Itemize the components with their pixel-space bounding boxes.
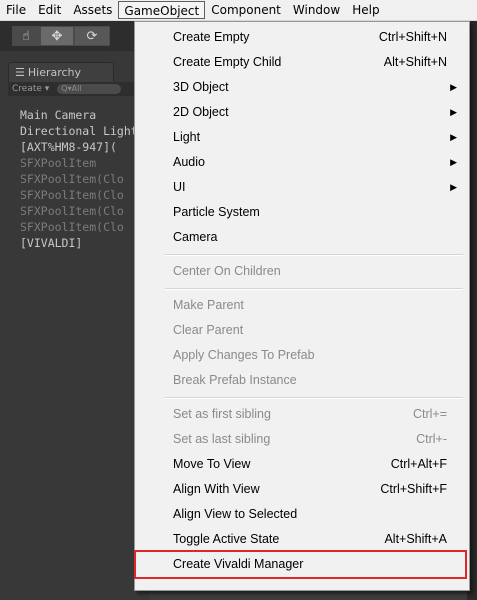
editor-panel: ☝ ✥ ⟳ ☰ Hierarchy Create ▾ Q▾All Main Cam…: [0, 21, 150, 600]
menu-item-label: Audio: [173, 155, 205, 169]
create-dropdown[interactable]: Create ▾: [8, 84, 53, 94]
menu-component[interactable]: Component: [205, 1, 287, 19]
menu-item-camera[interactable]: Camera: [135, 225, 469, 250]
tab-hierarchy-label: Hierarchy: [27, 66, 82, 79]
menu-item-particle-system[interactable]: Particle System: [135, 200, 469, 225]
rotate-tool-button[interactable]: ⟳: [74, 26, 110, 46]
menu-file[interactable]: File: [0, 1, 32, 19]
menu-item-label: 2D Object: [173, 105, 229, 119]
menu-bar: File Edit Assets GameObject Component Window H…: [0, 0, 477, 21]
menu-item-label: Align With View: [173, 482, 260, 496]
submenu-arrow-icon: ▶: [450, 132, 457, 142]
hierarchy-item[interactable]: [AXT%HM8-947](: [20, 139, 138, 155]
menu-item-label: 3D Object: [173, 80, 229, 94]
hierarchy-item[interactable]: SFXPoolItem: [20, 155, 138, 171]
menu-item-apply-changes-to-prefab[interactable]: Apply Changes To Prefab: [135, 343, 469, 368]
menu-edit[interactable]: Edit: [32, 1, 67, 19]
menu-item-light[interactable]: Light ▶: [135, 125, 469, 150]
menu-item-ui[interactable]: UI ▶: [135, 175, 469, 200]
menu-item-label: Break Prefab Instance: [173, 373, 297, 387]
menu-window[interactable]: Window: [287, 1, 346, 19]
hierarchy-item[interactable]: SFXPoolItem(Clo: [20, 171, 138, 187]
hierarchy-item[interactable]: Directional Light: [20, 123, 138, 139]
menu-gameobject[interactable]: GameObject: [118, 1, 206, 19]
menu-item-label: Light: [173, 130, 201, 144]
menu-item-break-prefab-instance[interactable]: Break Prefab Instance: [135, 368, 469, 393]
rotate-icon: ⟳: [86, 29, 98, 44]
menu-item-set-as-first-sibling[interactable]: Set as first sibling Ctrl+=: [135, 402, 469, 427]
list-icon: ☰: [15, 66, 25, 79]
menu-separator: [165, 397, 463, 399]
menu-help[interactable]: Help: [346, 1, 385, 19]
hierarchy-item[interactable]: SFXPoolItem(Clo: [20, 219, 138, 235]
menu-item-label: Create Empty Child: [173, 55, 282, 69]
menu-item-3d-object[interactable]: 3D Object ▶: [135, 75, 469, 100]
menu-item-label: Move To View: [173, 457, 251, 471]
menu-item-label: Apply Changes To Prefab: [173, 348, 315, 362]
menu-item-shortcut: Ctrl+-: [416, 432, 447, 446]
menu-item-label: Set as last sibling: [173, 432, 271, 446]
menu-item-label: Center On Children: [173, 264, 281, 278]
menu-item-shortcut: Alt+Shift+N: [383, 55, 447, 69]
menu-item-shortcut: Ctrl+Alt+F: [390, 457, 447, 471]
menu-item-make-parent[interactable]: Make Parent: [135, 293, 469, 318]
move-tool-button[interactable]: ✥: [40, 26, 74, 46]
hierarchy-item[interactable]: SFXPoolItem(Clo: [20, 203, 138, 219]
menu-assets[interactable]: Assets: [67, 1, 118, 19]
hand-icon: ☝: [22, 29, 30, 44]
menu-item-label: Create Vivaldi Manager: [173, 557, 304, 571]
menu-item-label: Align View to Selected: [173, 507, 298, 521]
menu-item-align-with-view[interactable]: Align With View Ctrl+Shift+F: [135, 477, 469, 502]
hierarchy-list: Main Camera Directional Light [AXT%HM8-947…: [20, 107, 138, 251]
tool-toolbar: ☝ ✥ ⟳: [0, 21, 150, 51]
menu-item-align-view-to-selected[interactable]: Align View to Selected: [135, 502, 469, 527]
menu-item-toggle-active-state[interactable]: Toggle Active State Alt+Shift+A: [135, 527, 469, 552]
menu-item-center-on-children[interactable]: Center On Children: [135, 259, 469, 284]
menu-item-audio[interactable]: Audio ▶: [135, 150, 469, 175]
menu-item-set-as-last-sibling[interactable]: Set as last sibling Ctrl+-: [135, 427, 469, 452]
hierarchy-toolbar: Create ▾ Q▾All: [8, 82, 150, 96]
menu-item-label: Make Parent: [173, 298, 244, 312]
menu-item-label: Camera: [173, 230, 218, 244]
move-arrows-icon: ✥: [51, 29, 63, 44]
menu-item-label: Clear Parent: [173, 323, 244, 337]
menu-item-move-to-view[interactable]: Move To View Ctrl+Alt+F: [135, 452, 469, 477]
menu-item-clear-parent[interactable]: Clear Parent: [135, 318, 469, 343]
hierarchy-item[interactable]: SFXPoolItem(Clo: [20, 187, 138, 203]
submenu-arrow-icon: ▶: [450, 107, 457, 117]
menu-item-label: Particle System: [173, 205, 260, 219]
menu-item-label: Toggle Active State: [173, 532, 280, 546]
menu-item-2d-object[interactable]: 2D Object ▶: [135, 100, 469, 125]
menu-item-shortcut: Ctrl+Shift+N: [378, 30, 447, 44]
hand-tool-button[interactable]: ☝: [12, 26, 40, 46]
menu-separator: [165, 288, 463, 290]
menu-item-shortcut: Ctrl+Shift+F: [380, 482, 447, 496]
menu-item-shortcut: Alt+Shift+A: [384, 532, 447, 546]
gameobject-menu: Create Empty Ctrl+Shift+N Create Empty Chi…: [134, 21, 470, 591]
menu-item-shortcut: Ctrl+=: [412, 407, 447, 421]
hierarchy-item[interactable]: Main Camera: [20, 107, 138, 123]
menu-item-label: UI: [173, 180, 186, 194]
submenu-arrow-icon: ▶: [450, 182, 457, 192]
submenu-arrow-icon: ▶: [450, 157, 457, 167]
menu-item-label: Set as first sibling: [173, 407, 271, 421]
menu-item-label: Create Empty: [173, 30, 250, 44]
submenu-arrow-icon: ▶: [450, 82, 457, 92]
menu-item-create-vivaldi-manager[interactable]: Create Vivaldi Manager: [135, 552, 469, 577]
menu-separator: [165, 254, 463, 256]
hierarchy-item[interactable]: [VIVALDI]: [20, 235, 138, 251]
menu-item-create-empty[interactable]: Create Empty Ctrl+Shift+N: [135, 25, 469, 50]
tab-hierarchy[interactable]: ☰ Hierarchy: [8, 62, 114, 82]
hierarchy-search-input[interactable]: Q▾All: [57, 84, 122, 94]
menu-item-create-empty-child[interactable]: Create Empty Child Alt+Shift+N: [135, 50, 469, 75]
